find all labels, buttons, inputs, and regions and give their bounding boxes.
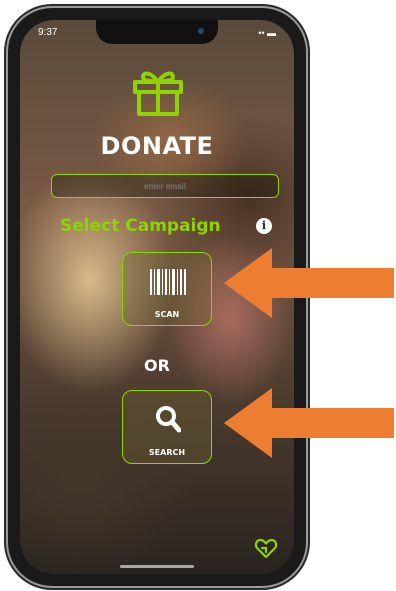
home-indicator <box>120 565 194 568</box>
status-indicators: •• ▬ <box>258 28 276 38</box>
annotation-arrow-search <box>224 388 394 458</box>
barcode-icon <box>150 269 186 295</box>
scan-label: SCAN <box>154 310 180 319</box>
search-label: SEARCH <box>148 448 186 457</box>
gift-icon <box>133 71 183 116</box>
heart-icon[interactable] <box>254 536 278 560</box>
email-input[interactable] <box>51 174 279 198</box>
search-button[interactable]: SEARCH <box>122 390 212 464</box>
front-camera <box>198 28 204 34</box>
or-separator: OR <box>144 356 170 375</box>
scan-button[interactable]: SCAN <box>122 252 212 326</box>
select-campaign-heading: Select Campaign <box>60 216 221 236</box>
info-icon[interactable]: i <box>256 218 272 234</box>
search-icon <box>156 406 181 433</box>
annotation-arrow-scan <box>224 248 394 318</box>
page-title: DONATE <box>100 132 214 160</box>
status-time: 9:37 <box>38 27 58 38</box>
